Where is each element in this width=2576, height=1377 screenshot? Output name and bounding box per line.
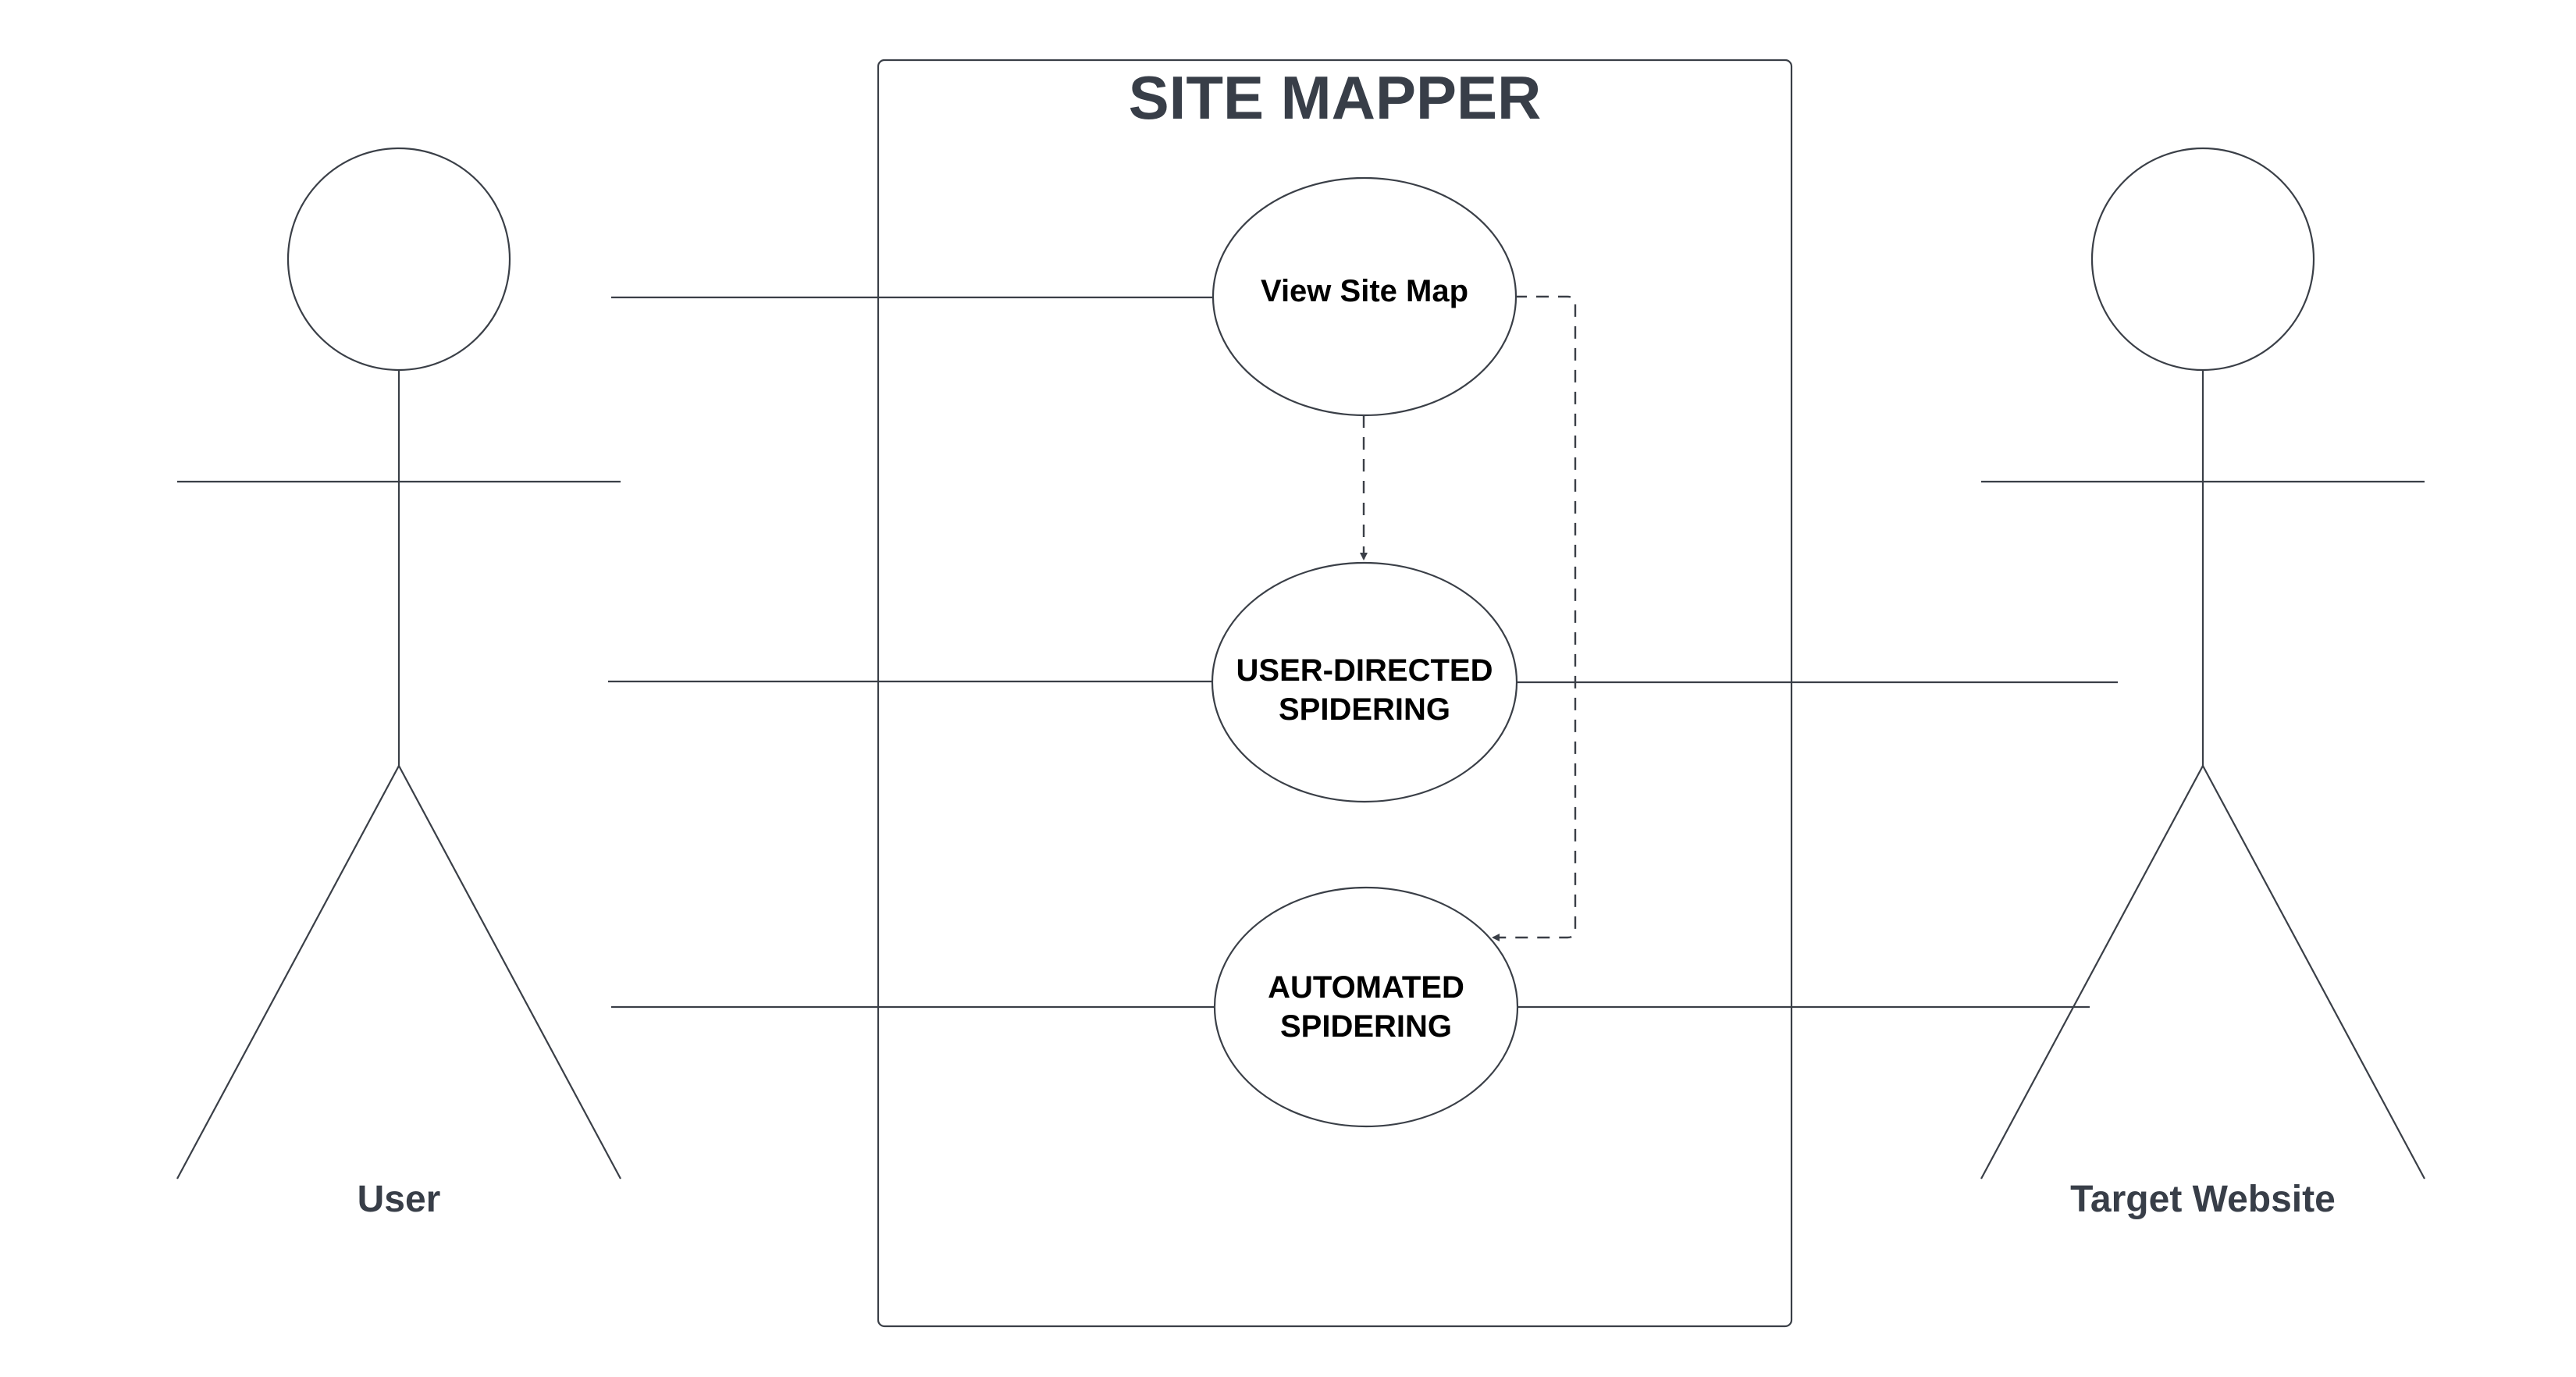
use-case-automated-label-line1: AUTOMATED <box>1268 970 1464 1005</box>
actor-target-label: Target Website <box>2070 1179 2336 1220</box>
system-title: SITE MAPPER <box>1129 63 1542 132</box>
use-case-automated-label-line2: SPIDERING <box>1280 1009 1452 1044</box>
use-case-automated-shape <box>1213 886 1519 1128</box>
actor-user: User <box>176 147 621 1220</box>
use-case-user-directed-spidering: USER-DIRECTED SPIDERING <box>1211 561 1518 803</box>
use-case-diagram: SITE MAPPER User Target Website View Sit… <box>176 59 2425 1328</box>
actor-target-right-leg <box>2202 765 2425 1180</box>
dependency-view-to-automated <box>1492 295 1577 941</box>
actor-target-head <box>2090 147 2315 372</box>
use-case-user-directed-label-line1: USER-DIRECTED <box>1236 653 1493 688</box>
actor-user-right-leg <box>398 765 621 1180</box>
actor-user-left-leg <box>176 765 400 1180</box>
actor-target-left-leg <box>1980 765 2204 1180</box>
actor-target-website: Target Website <box>1980 147 2425 1220</box>
use-case-view-site-map: View Site Map <box>1212 176 1517 417</box>
use-case-user-directed-label-line2: SPIDERING <box>1279 692 1450 727</box>
actor-user-label: User <box>358 1179 441 1220</box>
use-case-view-site-map-label: View Site Map <box>1261 274 1468 308</box>
actor-user-head <box>286 147 511 372</box>
use-case-automated-spidering: AUTOMATED SPIDERING <box>1213 886 1519 1128</box>
